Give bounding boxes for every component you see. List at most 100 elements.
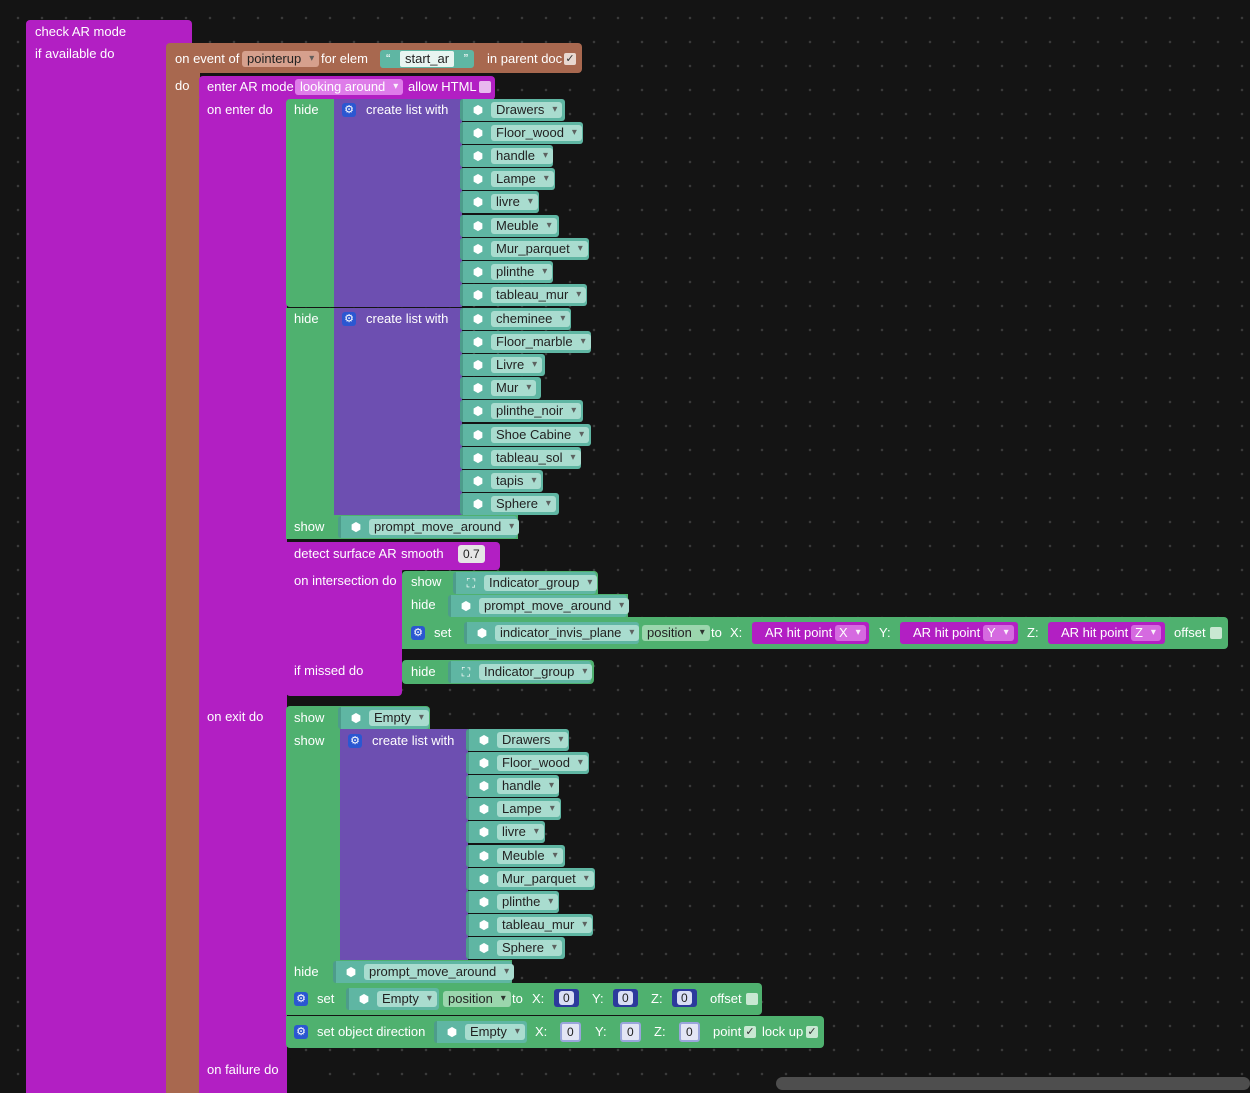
list-item-dropdown[interactable]: livre [497,824,544,841]
list-item-dropdown[interactable]: plinthe_noir [491,403,582,420]
empty-object[interactable]: ⬢ Empty [338,707,429,729]
gear-icon[interactable]: ⚙ [294,1025,308,1039]
indicator-group-dropdown[interactable]: Indicator_group [484,575,598,591]
list-item-object[interactable]: ⬢ Shoe Cabine [460,423,591,446]
prompt-dropdown[interactable]: prompt_move_around [369,519,520,535]
indicator-group-object[interactable]: ⛶ Indicator_group [453,572,598,594]
prompt-object[interactable]: ⬢ prompt_move_around [448,595,630,617]
list-item-dropdown[interactable]: Floor_wood [491,125,582,142]
x-value-block[interactable]: 0 [554,989,579,1007]
gear-icon[interactable]: ⚙ [348,734,362,748]
list-item-object[interactable]: ⬢ tableau_sol [460,446,581,469]
hit-z-dropdown[interactable]: Z [1131,625,1161,641]
dir-y-value[interactable]: 0 [620,1022,641,1042]
list-item-object[interactable]: ⬢ tableau_mur [466,913,593,936]
list-item-object[interactable]: ⬢ Livre [460,354,545,377]
gear-icon[interactable]: ⚙ [342,103,356,117]
z-value[interactable]: 0 [677,991,692,1005]
list-item-object[interactable]: ⬢ Drawers [460,99,565,121]
point-checkbox[interactable]: ✓ [744,1026,756,1038]
list-item-object[interactable]: ⬢ Lampe [466,798,561,821]
list-item-dropdown[interactable]: tableau_mur [491,286,587,303]
prompt-dropdown[interactable]: prompt_move_around [479,598,630,614]
y-value[interactable]: 0 [618,991,633,1005]
list-item-object[interactable]: ⬢ handle [466,775,560,798]
list-item-dropdown[interactable]: Livre [491,357,543,374]
create-list-block-3[interactable] [340,729,468,961]
list-item-object[interactable]: ⬢ Mur_parquet [460,237,589,260]
smooth-input[interactable]: 0.7 [458,545,485,563]
create-list-block-1[interactable] [334,99,462,307]
y-value-block[interactable]: 0 [613,989,638,1007]
event-name-dropdown[interactable]: pointerup [242,51,320,67]
list-item-dropdown[interactable]: handle [497,778,560,795]
property-dropdown[interactable]: position [443,991,511,1007]
list-item-dropdown[interactable]: Mur_parquet [491,240,588,257]
list-item-dropdown[interactable]: Drawers [491,102,563,118]
empty-object[interactable]: ⬢ Empty [346,988,439,1010]
list-item-object[interactable]: ⬢ Floor_wood [466,752,589,775]
prompt-dropdown[interactable]: prompt_move_around [364,964,515,980]
list-item-dropdown[interactable]: Meuble [497,847,563,864]
in-parent-checkbox[interactable]: ✓ [564,53,576,65]
list-item-dropdown[interactable]: cheminee [491,311,571,327]
list-item-object[interactable]: ⬢ Mur_parquet [466,867,595,890]
list-item-object[interactable]: ⬢ plinthe_noir [460,400,583,423]
list-item-object[interactable]: ⬢ livre [460,191,539,214]
empty-dropdown[interactable]: Empty [465,1024,525,1040]
list-item-object[interactable]: ⬢ livre [466,821,545,844]
elem-id-string[interactable]: “ start_ar ” [380,50,475,68]
list-item-object[interactable]: ⬢ tapis [460,469,543,492]
list-item-dropdown[interactable]: Lampe [497,801,560,818]
list-item-dropdown[interactable]: livre [491,194,538,211]
list-item-object[interactable]: ⬢ Floor_marble [460,331,591,354]
list-item-dropdown[interactable]: tableau_mur [497,916,593,933]
list-item-object[interactable]: ⬢ Mur [460,377,541,400]
list-item-dropdown[interactable]: plinthe [491,263,553,280]
list-item-dropdown[interactable]: Mur [491,380,537,397]
dir-x-value[interactable]: 0 [560,1022,581,1042]
prompt-object[interactable]: ⬢ prompt_move_around [338,516,520,538]
elem-id-value[interactable]: start_ar [400,51,455,67]
gear-icon[interactable]: ⚙ [342,312,356,326]
list-item-object[interactable]: ⬢ Drawers [466,729,569,751]
list-item-dropdown[interactable]: handle [491,148,554,165]
list-item-dropdown[interactable]: Floor_marble [491,334,591,351]
list-item-object[interactable]: ⬢ Meuble [466,844,565,867]
list-item-object[interactable]: ⬢ Sphere [466,936,565,959]
offset-checkbox[interactable] [1210,627,1222,639]
lock-up-checkbox[interactable]: ✓ [806,1026,818,1038]
z-value-block[interactable]: 0 [672,989,697,1007]
list-item-object[interactable]: ⬢ handle [460,145,554,168]
list-item-object[interactable]: ⬢ tableau_mur [460,283,587,306]
list-item-dropdown[interactable]: Mur_parquet [497,870,594,887]
indicator-group-object[interactable]: ⛶ Indicator_group [448,661,593,683]
list-item-object[interactable]: ⬢ Sphere [460,492,559,515]
ar-mode-dropdown[interactable]: looking around [295,79,404,95]
set-object[interactable]: ⬢ indicator_invis_plane [464,622,640,644]
allow-html-checkbox[interactable] [479,81,491,93]
list-item-dropdown[interactable]: Shoe Cabine [491,426,590,443]
x-value[interactable]: 0 [559,991,574,1005]
gear-icon[interactable]: ⚙ [294,992,308,1006]
set-object-dropdown[interactable]: indicator_invis_plane [495,625,640,641]
gear-icon[interactable]: ⚙ [411,626,425,640]
list-item-object[interactable]: ⬢ Lampe [460,168,555,191]
list-item-object[interactable]: ⬢ Floor_wood [460,122,583,145]
offset-checkbox[interactable] [746,993,758,1005]
show-list-block[interactable] [286,729,342,961]
list-item-object[interactable]: ⬢ Meuble [460,214,559,237]
dir-z-value[interactable]: 0 [679,1022,700,1042]
horizontal-scrollbar[interactable] [776,1077,1250,1090]
prompt-object[interactable]: ⬢ prompt_move_around [333,961,515,983]
property-dropdown[interactable]: position [642,625,710,641]
hit-y-dropdown[interactable]: Y [983,625,1014,641]
hide-block-2[interactable] [286,308,336,516]
create-list-block-2[interactable] [334,308,462,516]
empty-dropdown[interactable]: Empty [369,710,429,726]
list-item-dropdown[interactable]: Drawers [497,732,569,748]
list-item-object[interactable]: ⬢ plinthe [466,890,559,913]
indicator-group-dropdown[interactable]: Indicator_group [479,664,593,680]
list-item-dropdown[interactable]: Meuble [491,217,557,234]
empty-object[interactable]: ⬢ Empty [434,1021,527,1043]
